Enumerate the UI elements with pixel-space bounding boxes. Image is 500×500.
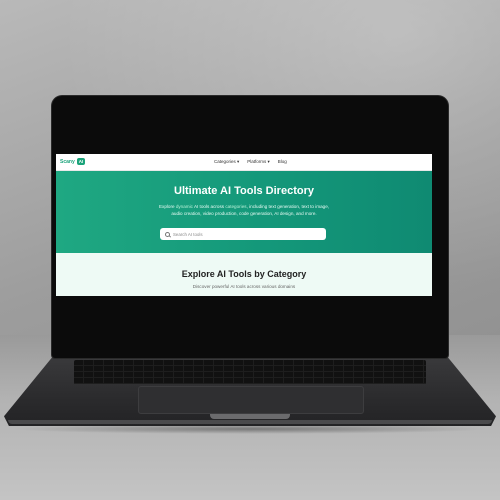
category-section: Explore AI Tools by Category Discover po… (56, 253, 432, 296)
hero-section: Ultimate AI Tools Directory Explore dyna… (56, 171, 432, 253)
section-title: Explore AI Tools by Category (181, 269, 307, 279)
laptop-trackpad (138, 386, 364, 414)
hero-subtitle: Explore dynamic AI tools across categori… (154, 204, 334, 217)
search-icon (165, 231, 170, 237)
hero-subtitle-highlight-categories[interactable]: categories (225, 204, 246, 209)
search-input[interactable] (173, 231, 323, 237)
logo-text: Scany (60, 158, 75, 165)
hero-subtitle-start: Explore (158, 204, 176, 209)
laptop-base-edge (8, 420, 492, 424)
nav-link-platforms[interactable]: Platforms ▾ (247, 159, 270, 165)
search-bar[interactable] (160, 228, 326, 240)
nav-links: Categories ▾ Platforms ▾ Blog (214, 159, 287, 165)
site-logo[interactable]: Scany AI (60, 158, 86, 165)
laptop-lid-notch (210, 414, 290, 419)
site-navbar: Scany AI Categories ▾ Platforms ▾ Blog (56, 154, 432, 171)
logo-badge: AI (76, 158, 86, 165)
laptop-screen: Scany AI Categories ▾ Platforms ▾ Blog U… (56, 154, 432, 296)
nav-link-categories[interactable]: Categories ▾ (214, 159, 239, 165)
laptop-keyboard (74, 360, 426, 384)
hero-subtitle-highlight-dynamic: dynamic (175, 204, 193, 209)
section-subtitle: Discover powerful AI tools across variou… (192, 284, 296, 289)
nav-link-blog[interactable]: Blog (278, 159, 287, 165)
hero-title: Ultimate AI Tools Directory (174, 185, 314, 197)
hero-subtitle-mid: AI tools across (192, 204, 226, 209)
